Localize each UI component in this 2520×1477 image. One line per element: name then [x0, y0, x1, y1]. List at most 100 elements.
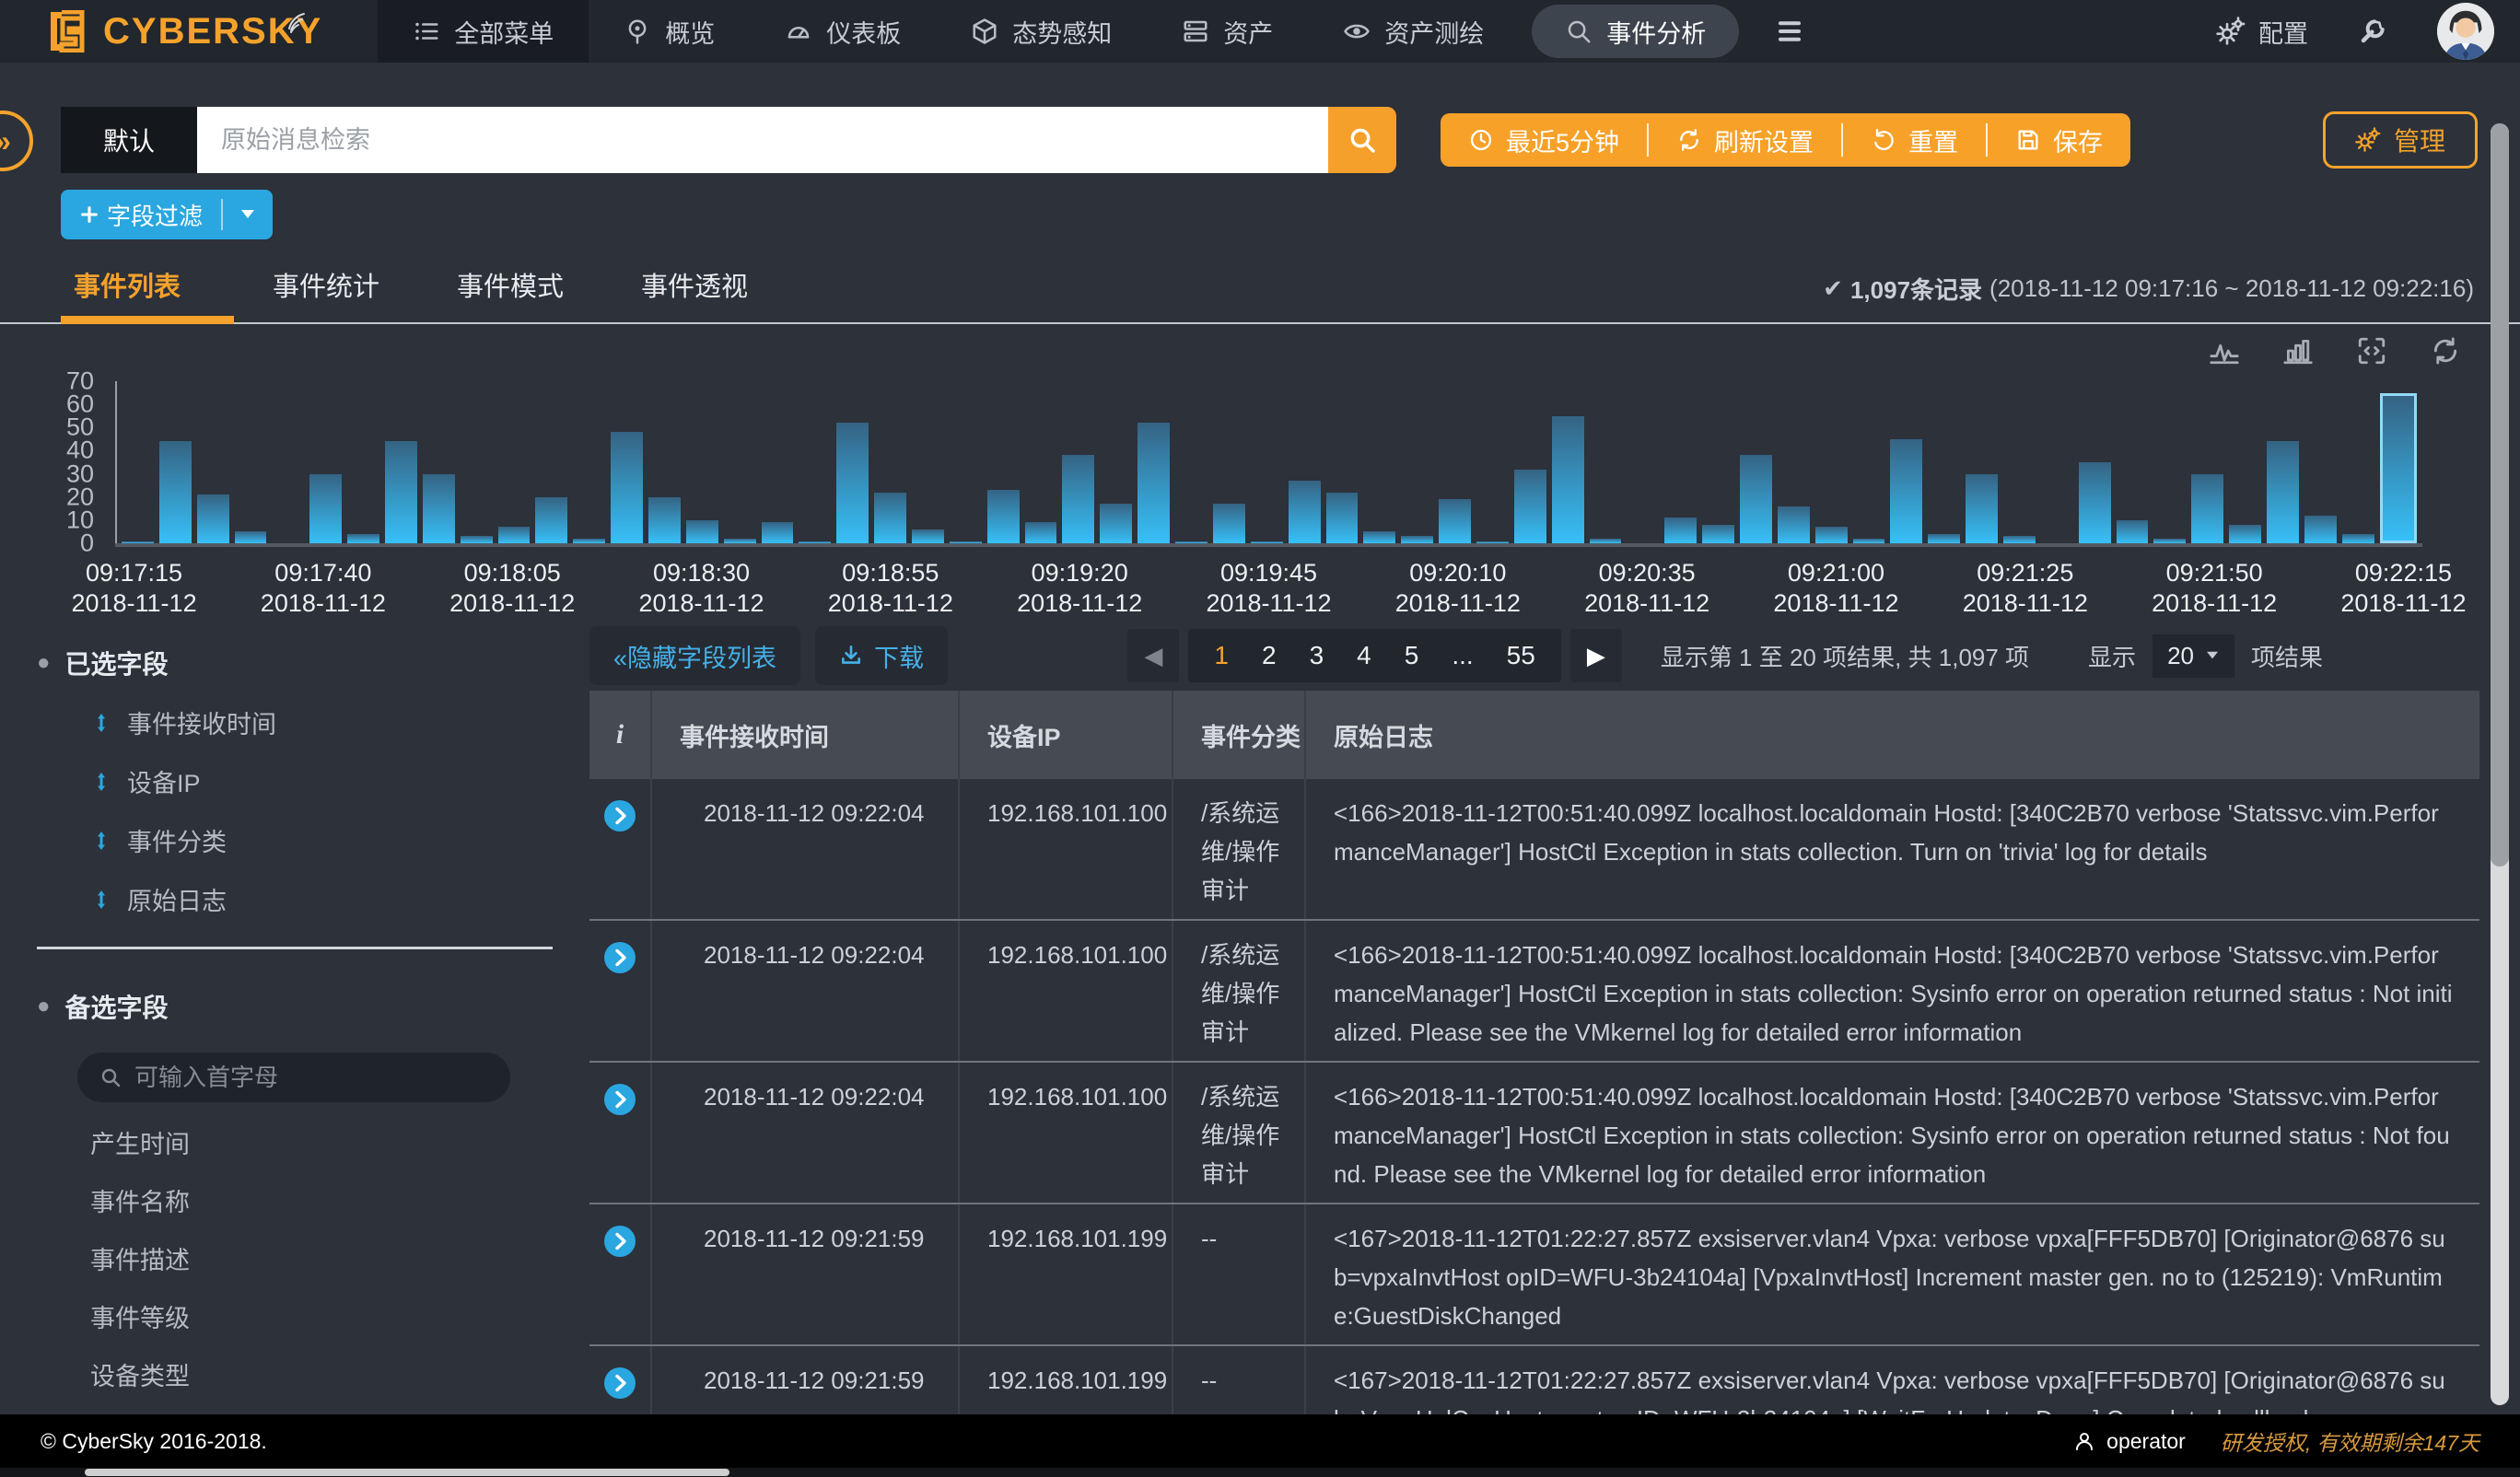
histogram-bar[interactable]	[686, 520, 718, 543]
histogram-bar[interactable]	[1138, 423, 1170, 543]
histogram-bar[interactable]	[1590, 539, 1622, 543]
histogram-bar[interactable]	[950, 541, 982, 544]
vscroll-thumb[interactable]	[2491, 123, 2509, 866]
page-number-4[interactable]: 4	[1357, 641, 1371, 670]
histogram-bar[interactable]	[2079, 462, 2111, 543]
histogram-bar[interactable]	[1062, 455, 1094, 543]
histogram-bar[interactable]	[1664, 518, 1697, 543]
histogram-bar[interactable]	[2153, 539, 2186, 543]
histogram-bar[interactable]	[461, 536, 493, 543]
selected-field-item[interactable]: 原始日志	[90, 881, 553, 917]
tab-1[interactable]: 事件列表	[61, 250, 234, 322]
histogram-bar[interactable]	[648, 497, 681, 543]
histogram-bar[interactable]	[2229, 525, 2261, 543]
bar-chart-icon[interactable]	[2282, 335, 2314, 366]
search-submit-button[interactable]	[1328, 107, 1396, 173]
histogram-bar[interactable]	[2003, 536, 2036, 543]
histogram-bar[interactable]	[874, 493, 906, 543]
histogram-bar[interactable]	[498, 527, 531, 543]
nav-item-search[interactable]: 事件分析	[1532, 5, 1739, 58]
histogram-bar[interactable]	[1890, 439, 1922, 543]
search-input[interactable]	[197, 107, 1328, 173]
field-filter-dropdown[interactable]	[223, 208, 273, 221]
nav-item-server[interactable]: 资产	[1147, 0, 1308, 63]
field-filter-button[interactable]: 字段过滤	[61, 190, 273, 239]
selected-field-item[interactable]: 设备IP	[90, 763, 553, 799]
histogram-bar[interactable]	[2342, 534, 2374, 543]
candidate-field-item[interactable]: 设备类型	[90, 1356, 553, 1392]
field-search-input[interactable]	[134, 1064, 488, 1092]
sync-icon[interactable]	[2430, 335, 2461, 366]
expand-icon[interactable]	[2356, 335, 2387, 366]
nav-item-cube[interactable]: 态势感知	[936, 0, 1147, 63]
vertical-scrollbar[interactable]	[2491, 123, 2509, 1405]
selected-field-item[interactable]: 事件分类	[90, 822, 553, 858]
histogram-bar[interactable]	[1401, 536, 1433, 543]
nav-item-gauge[interactable]: 仪表板	[750, 0, 936, 63]
more-menus-button[interactable]	[1752, 17, 1827, 45]
histogram-bar[interactable]	[2267, 441, 2299, 543]
candidate-field-item[interactable]: 事件等级	[90, 1298, 553, 1334]
candidate-field-item[interactable]: 产生时间	[90, 1124, 553, 1160]
histogram-bar[interactable]	[1476, 541, 1509, 544]
histogram-bar[interactable]	[385, 441, 417, 543]
horizontal-scrollbar[interactable]	[0, 1468, 2520, 1477]
manage-button[interactable]: 管理	[2323, 111, 2478, 169]
histogram-bar[interactable]	[1702, 525, 1734, 543]
histogram-bar[interactable]	[1966, 474, 1998, 543]
histogram-bar[interactable]	[987, 490, 1020, 543]
histogram-bar[interactable]	[724, 539, 756, 543]
prev-page-button[interactable]: ◀	[1127, 629, 1179, 682]
nav-item-target[interactable]: 概览	[589, 0, 750, 63]
nav-item-eye[interactable]: 资产测绘	[1308, 0, 1519, 63]
histogram-bar[interactable]	[799, 541, 831, 544]
tab-2[interactable]: 事件统计	[234, 250, 418, 322]
time-range-button[interactable]: 最近5分钟	[1441, 122, 1647, 158]
histogram-bar[interactable]	[762, 522, 794, 543]
histogram-bar[interactable]	[1552, 416, 1584, 543]
histogram-bar[interactable]	[1363, 531, 1395, 543]
histogram-bar[interactable]	[1326, 493, 1359, 543]
expand-row-icon[interactable]	[603, 1225, 636, 1258]
candidate-field-item[interactable]: 事件描述	[90, 1240, 553, 1276]
expand-row-icon[interactable]	[603, 941, 636, 974]
hscroll-thumb[interactable]	[85, 1469, 729, 1476]
candidate-field-item[interactable]: 事件名称	[90, 1182, 553, 1218]
page-number-2[interactable]: 2	[1262, 641, 1277, 670]
histogram-bar[interactable]	[2304, 516, 2337, 543]
expand-row-icon[interactable]	[603, 799, 636, 832]
search-scope-button[interactable]: 默认	[61, 107, 197, 173]
histogram-bar[interactable]	[1778, 506, 1810, 543]
histogram-bar[interactable]	[235, 531, 267, 543]
line-chart-icon[interactable]	[2209, 335, 2240, 366]
histogram-bar[interactable]	[309, 474, 342, 543]
hide-fields-button[interactable]: «隐藏字段列表	[589, 626, 800, 685]
sidebar-expand-toggle[interactable]: »	[0, 110, 33, 171]
page-number-1[interactable]: 1	[1214, 641, 1229, 670]
nav-item-list[interactable]: 全部菜单	[378, 0, 589, 63]
histogram-bar[interactable]	[2191, 474, 2223, 543]
histogram-bar[interactable]	[836, 423, 869, 543]
page-number-5[interactable]: 5	[1405, 641, 1419, 670]
histogram-bar[interactable]	[159, 441, 192, 543]
save-button[interactable]: 保存	[1988, 122, 2130, 158]
histogram-bar[interactable]	[1514, 470, 1546, 543]
selected-field-item[interactable]: 事件接收时间	[90, 704, 553, 740]
histogram-bar[interactable]	[1853, 539, 1885, 543]
field-filter-main[interactable]: 字段过滤	[61, 198, 221, 232]
histogram-bar[interactable]	[535, 497, 567, 543]
tab-4[interactable]: 事件透视	[602, 250, 787, 322]
histogram-bar[interactable]	[1251, 541, 1283, 544]
download-button[interactable]: 下载	[815, 626, 948, 685]
histogram-bar[interactable]	[573, 539, 605, 543]
page-size-select[interactable]: 20	[2152, 634, 2234, 678]
expand-row-icon[interactable]	[603, 1367, 636, 1400]
histogram-bar[interactable]	[1815, 527, 1848, 543]
histogram-bar[interactable]	[423, 474, 455, 543]
histogram-bar[interactable]	[912, 529, 944, 543]
histogram-bar[interactable]	[347, 534, 379, 543]
histogram-bar[interactable]	[2380, 393, 2418, 543]
histogram-bar[interactable]	[611, 432, 643, 543]
histogram-bar[interactable]	[1289, 481, 1321, 543]
page-number-55[interactable]: 55	[1507, 641, 1535, 670]
